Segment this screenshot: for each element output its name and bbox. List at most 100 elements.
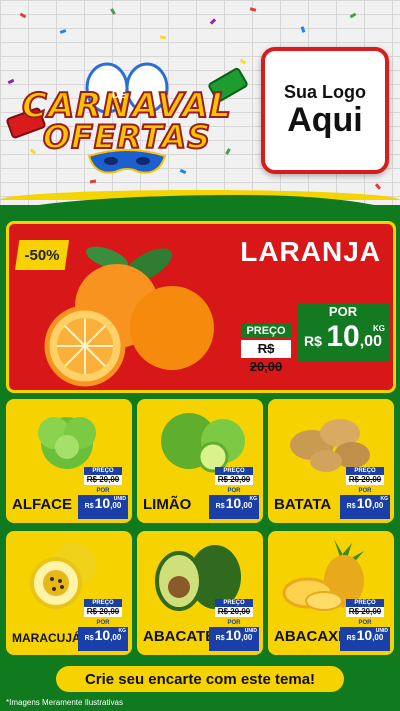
old-price-label: PREÇO	[215, 599, 253, 607]
product-price-tag: PREÇO R$ 20,00 POR R$ 10 ,00 KG	[340, 467, 390, 519]
price-cents: ,00	[359, 333, 382, 350]
create-flyer-cta-button[interactable]: Crie seu encarte com este tema!	[56, 666, 344, 692]
price-cents: ,00	[110, 501, 122, 510]
old-price: R$ 20,00	[346, 475, 384, 485]
product-name: ABACATE	[143, 628, 216, 645]
lettuce-icon	[38, 417, 96, 469]
currency: R$	[346, 635, 356, 642]
brand-line-1: Sua Logo	[284, 82, 366, 103]
price-integer: 10	[225, 495, 242, 511]
confetti	[89, 179, 97, 184]
new-price: R$ 10 ,00 UNID	[78, 495, 128, 519]
new-price: R$ 10 ,00 KG	[340, 495, 390, 519]
confetti	[300, 26, 306, 33]
price-unit: UNID	[113, 496, 126, 502]
currency: R$	[346, 503, 356, 510]
old-price: R$ 20,00	[84, 475, 122, 485]
product-name: MARACUJÁ	[12, 631, 81, 645]
product-price-tag: PREÇO R$ 20,00 POR R$ 10 ,00 KG	[78, 599, 128, 651]
product-name: LIMÃO	[143, 496, 192, 513]
carnaval-de-ofertas-logo: CARNAVAL DE OFERTAS	[5, 60, 250, 180]
lime-icon	[161, 413, 245, 473]
title-de: DE	[112, 90, 126, 101]
new-price-label: POR	[96, 620, 110, 626]
product-price-tag: PREÇO R$ 20,00 POR R$ 10 ,00 UNID	[340, 599, 390, 651]
price-cents: ,00	[372, 633, 384, 642]
product-card-batata[interactable]: BATATA PREÇO R$ 20,00 POR R$ 10 ,00 KG	[268, 399, 394, 523]
price-unit: KG	[249, 496, 258, 502]
product-price-tag: PREÇO R$ 20,00 POR R$ 10 ,00 KG	[209, 467, 259, 519]
old-price-label: PREÇO	[84, 599, 122, 607]
old-price: R$ 20,00	[241, 340, 291, 374]
product-card-abacate[interactable]: ABACATE PREÇO R$ 20,00 POR R$ 10 ,00 UNI…	[137, 531, 263, 655]
old-price-label: PREÇO	[215, 467, 253, 475]
old-price: R$ 20,00	[84, 607, 122, 617]
product-card-alface[interactable]: ALFACE PREÇO R$ 20,00 POR R$ 10 ,00 UNID	[6, 399, 132, 523]
brand-logo-placeholder[interactable]: Sua Logo Aqui	[261, 47, 389, 174]
product-name: ALFACE	[12, 496, 72, 513]
old-price-label: PREÇO	[84, 467, 122, 475]
old-price: R$ 20,00	[346, 607, 384, 617]
new-price: R$ 10 ,00 UNID	[209, 627, 259, 651]
price-integer: 10	[356, 627, 373, 643]
price-cents: ,00	[372, 501, 384, 510]
price-unit: KG	[373, 324, 385, 333]
flyer-page: CARNAVAL DE OFERTAS Sua Logo Aqui -50% L…	[0, 0, 400, 711]
confetti	[59, 29, 67, 34]
brick-wall-header: CARNAVAL DE OFERTAS Sua Logo Aqui	[0, 0, 400, 205]
product-price-tag: PREÇO R$ 20,00 POR R$ 10 ,00 UNID	[209, 599, 259, 651]
new-price-label: POR	[358, 620, 372, 626]
old-price: R$ 20,00	[215, 607, 253, 617]
hero-product-name: LARANJA	[240, 236, 381, 267]
confetti	[19, 12, 27, 19]
price-integer: 10	[94, 495, 111, 511]
brand-line-2: Aqui	[287, 101, 363, 140]
old-price: R$ 20,00	[215, 475, 253, 485]
new-price-label: POR	[96, 488, 110, 494]
orange-icon	[44, 246, 214, 387]
hero-offer-card[interactable]: -50% LARANJA PREÇO R$ 20,00 POR R$ 10 ,0…	[6, 221, 396, 393]
confetti	[110, 8, 116, 15]
confetti	[249, 7, 257, 12]
new-price: R$ 10 ,00 KG	[209, 495, 259, 519]
price-unit: KG	[380, 496, 389, 502]
price-integer: 10	[225, 627, 242, 643]
new-price-label: POR	[227, 488, 241, 494]
product-price-tag: PREÇO R$ 20,00 POR R$ 10 ,00 UNID	[78, 467, 128, 519]
confetti	[374, 183, 382, 190]
price-cents: ,00	[110, 633, 122, 642]
currency: R$	[215, 503, 225, 510]
new-price: R$ 10 ,00 KG	[78, 627, 128, 651]
price-unit: UNID	[375, 628, 388, 634]
new-price-label: POR	[297, 304, 389, 320]
potato-icon	[290, 419, 370, 472]
price-cents: ,00	[241, 501, 253, 510]
price-unit: UNID	[244, 628, 257, 634]
product-name: BATATA	[274, 496, 332, 513]
product-card-limao[interactable]: LIMÃO PREÇO R$ 20,00 POR R$ 10 ,00 KG	[137, 399, 263, 523]
price-integer: 10	[326, 320, 360, 353]
currency: R$	[84, 635, 94, 642]
old-price-label: PREÇO	[346, 599, 384, 607]
new-price: R$ 10 ,00 KG	[297, 320, 389, 362]
product-card-abacaxi[interactable]: ABACAXI PREÇO R$ 20,00 POR R$ 10 ,00 UNI…	[268, 531, 394, 655]
confetti	[209, 18, 217, 25]
old-price-label: PREÇO	[346, 467, 384, 475]
confetti	[349, 12, 357, 19]
price-integer: 10	[94, 627, 111, 643]
confetti	[159, 35, 167, 40]
new-price-label: POR	[227, 620, 241, 626]
hero-price-tag: PREÇO R$ 20,00 POR R$ 10 ,00 KG	[241, 304, 391, 374]
product-name: ABACAXI	[274, 628, 343, 645]
price-unit: KG	[118, 628, 127, 634]
currency: R$	[304, 333, 322, 349]
new-price: R$ 10 ,00 UNID	[340, 627, 390, 651]
old-price-label: PREÇO	[241, 324, 291, 338]
disclaimer-text: *Imagens Meramente Ilustrativas	[6, 698, 123, 707]
currency: R$	[215, 635, 225, 642]
price-integer: 10	[356, 495, 373, 511]
product-card-maracuja[interactable]: MARACUJÁ PREÇO R$ 20,00 POR R$ 10 ,00 KG	[6, 531, 132, 655]
blue-mask-icon	[87, 149, 167, 174]
price-cents: ,00	[241, 633, 253, 642]
currency: R$	[84, 503, 94, 510]
